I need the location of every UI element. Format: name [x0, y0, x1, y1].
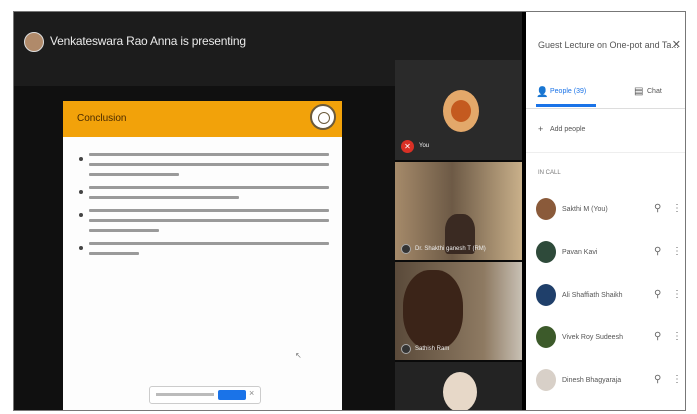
tile-name: Dr. Shakthi ganesh T (RM)	[415, 246, 486, 252]
avatar	[536, 369, 556, 391]
list-item[interactable]: Vivek Roy Sudeesh ⚲ ⋮	[536, 326, 682, 352]
divider	[526, 108, 685, 109]
participant-name: Ali Shaffiath Shaikh	[562, 292, 623, 299]
slide-bullet	[79, 242, 329, 255]
participant-tiles: ✕ You Dr. Shakthi ganesh T (RM) Sathish …	[395, 60, 522, 410]
avatar	[443, 90, 479, 132]
slide-nav-button[interactable]	[218, 390, 246, 400]
mic-icon	[401, 344, 411, 354]
pin-icon[interactable]: ⚲	[654, 374, 661, 385]
mouse-cursor-icon: ↖	[295, 351, 302, 360]
more-options-icon[interactable]: ⋮	[672, 374, 682, 385]
tab-people-label: People (39)	[550, 88, 587, 95]
chat-icon: ▤	[634, 86, 644, 97]
tile-name: Sathish Ram	[415, 346, 450, 352]
pin-icon[interactable]: ⚲	[654, 203, 661, 214]
slide-bullets	[79, 153, 329, 265]
slide-bullet	[79, 153, 329, 176]
divider	[526, 152, 685, 153]
participant-name: Vivek Roy Sudeesh	[562, 334, 623, 341]
pin-icon[interactable]: ⚲	[654, 289, 661, 300]
tile-name: You	[419, 143, 430, 149]
list-item[interactable]: Dinesh Bhagyaraja ⚲ ⋮	[536, 369, 682, 395]
slide-bullet	[79, 186, 329, 199]
people-icon: 👤	[536, 87, 549, 98]
pin-icon[interactable]: ⚲	[654, 331, 661, 342]
slide-nav-info	[156, 393, 214, 396]
participant-name: Pavan Kavi	[562, 249, 598, 256]
mic-icon	[401, 244, 411, 254]
avatar	[536, 241, 556, 263]
list-item[interactable]: Pavan Kavi ⚲ ⋮	[536, 241, 682, 267]
active-tab-indicator	[536, 104, 596, 107]
slide-nav-close-icon[interactable]: ×	[249, 388, 254, 398]
pin-icon[interactable]: ⚲	[654, 246, 661, 257]
participant-name: Dinesh Bhagyaraja	[562, 377, 622, 384]
tab-chat-label: Chat	[647, 88, 662, 95]
participant-tile[interactable]: ✕ You	[395, 60, 522, 160]
shared-slide: Conclusion ↖ ×	[63, 101, 342, 410]
presenting-label: Venkateswara Rao Anna is presenting	[50, 34, 246, 48]
participant-video	[403, 270, 463, 350]
slide-title: Conclusion	[77, 113, 127, 124]
participant-name: Sakthi M (You)	[562, 206, 608, 213]
meeting-window: Venkateswara Rao Anna is presenting Conc…	[13, 11, 686, 411]
mic-off-icon: ✕	[401, 140, 414, 153]
add-person-icon: +	[538, 124, 544, 134]
slide-bullet	[79, 209, 329, 232]
list-item[interactable]: Ali Shaffiath Shaikh ⚲ ⋮	[536, 284, 682, 310]
list-item[interactable]: Sakthi M (You) ⚲ ⋮	[536, 198, 682, 224]
presenter-avatar	[24, 32, 44, 52]
close-icon[interactable]: ✕	[672, 38, 681, 51]
slide-header: Conclusion	[63, 101, 342, 137]
slide-navigation[interactable]: ×	[149, 386, 261, 404]
avatar	[536, 326, 556, 348]
participant-video	[443, 372, 477, 410]
meeting-title: Guest Lecture on One-pot and Ta...	[538, 40, 679, 50]
more-options-icon[interactable]: ⋮	[672, 331, 682, 342]
avatar	[536, 284, 556, 306]
more-options-icon[interactable]: ⋮	[672, 289, 682, 300]
participant-tile[interactable]	[395, 362, 522, 410]
side-panel: Guest Lecture on One-pot and Ta... ✕ 👤 P…	[526, 12, 685, 410]
avatar	[536, 198, 556, 220]
participant-tile[interactable]: Dr. Shakthi ganesh T (RM)	[395, 162, 522, 260]
section-label: IN CALL	[538, 170, 561, 176]
participant-tile[interactable]: Sathish Ram	[395, 262, 522, 360]
more-options-icon[interactable]: ⋮	[672, 203, 682, 214]
add-people-label: Add people	[550, 126, 586, 133]
more-options-icon[interactable]: ⋮	[672, 246, 682, 257]
institution-logo	[310, 104, 336, 130]
